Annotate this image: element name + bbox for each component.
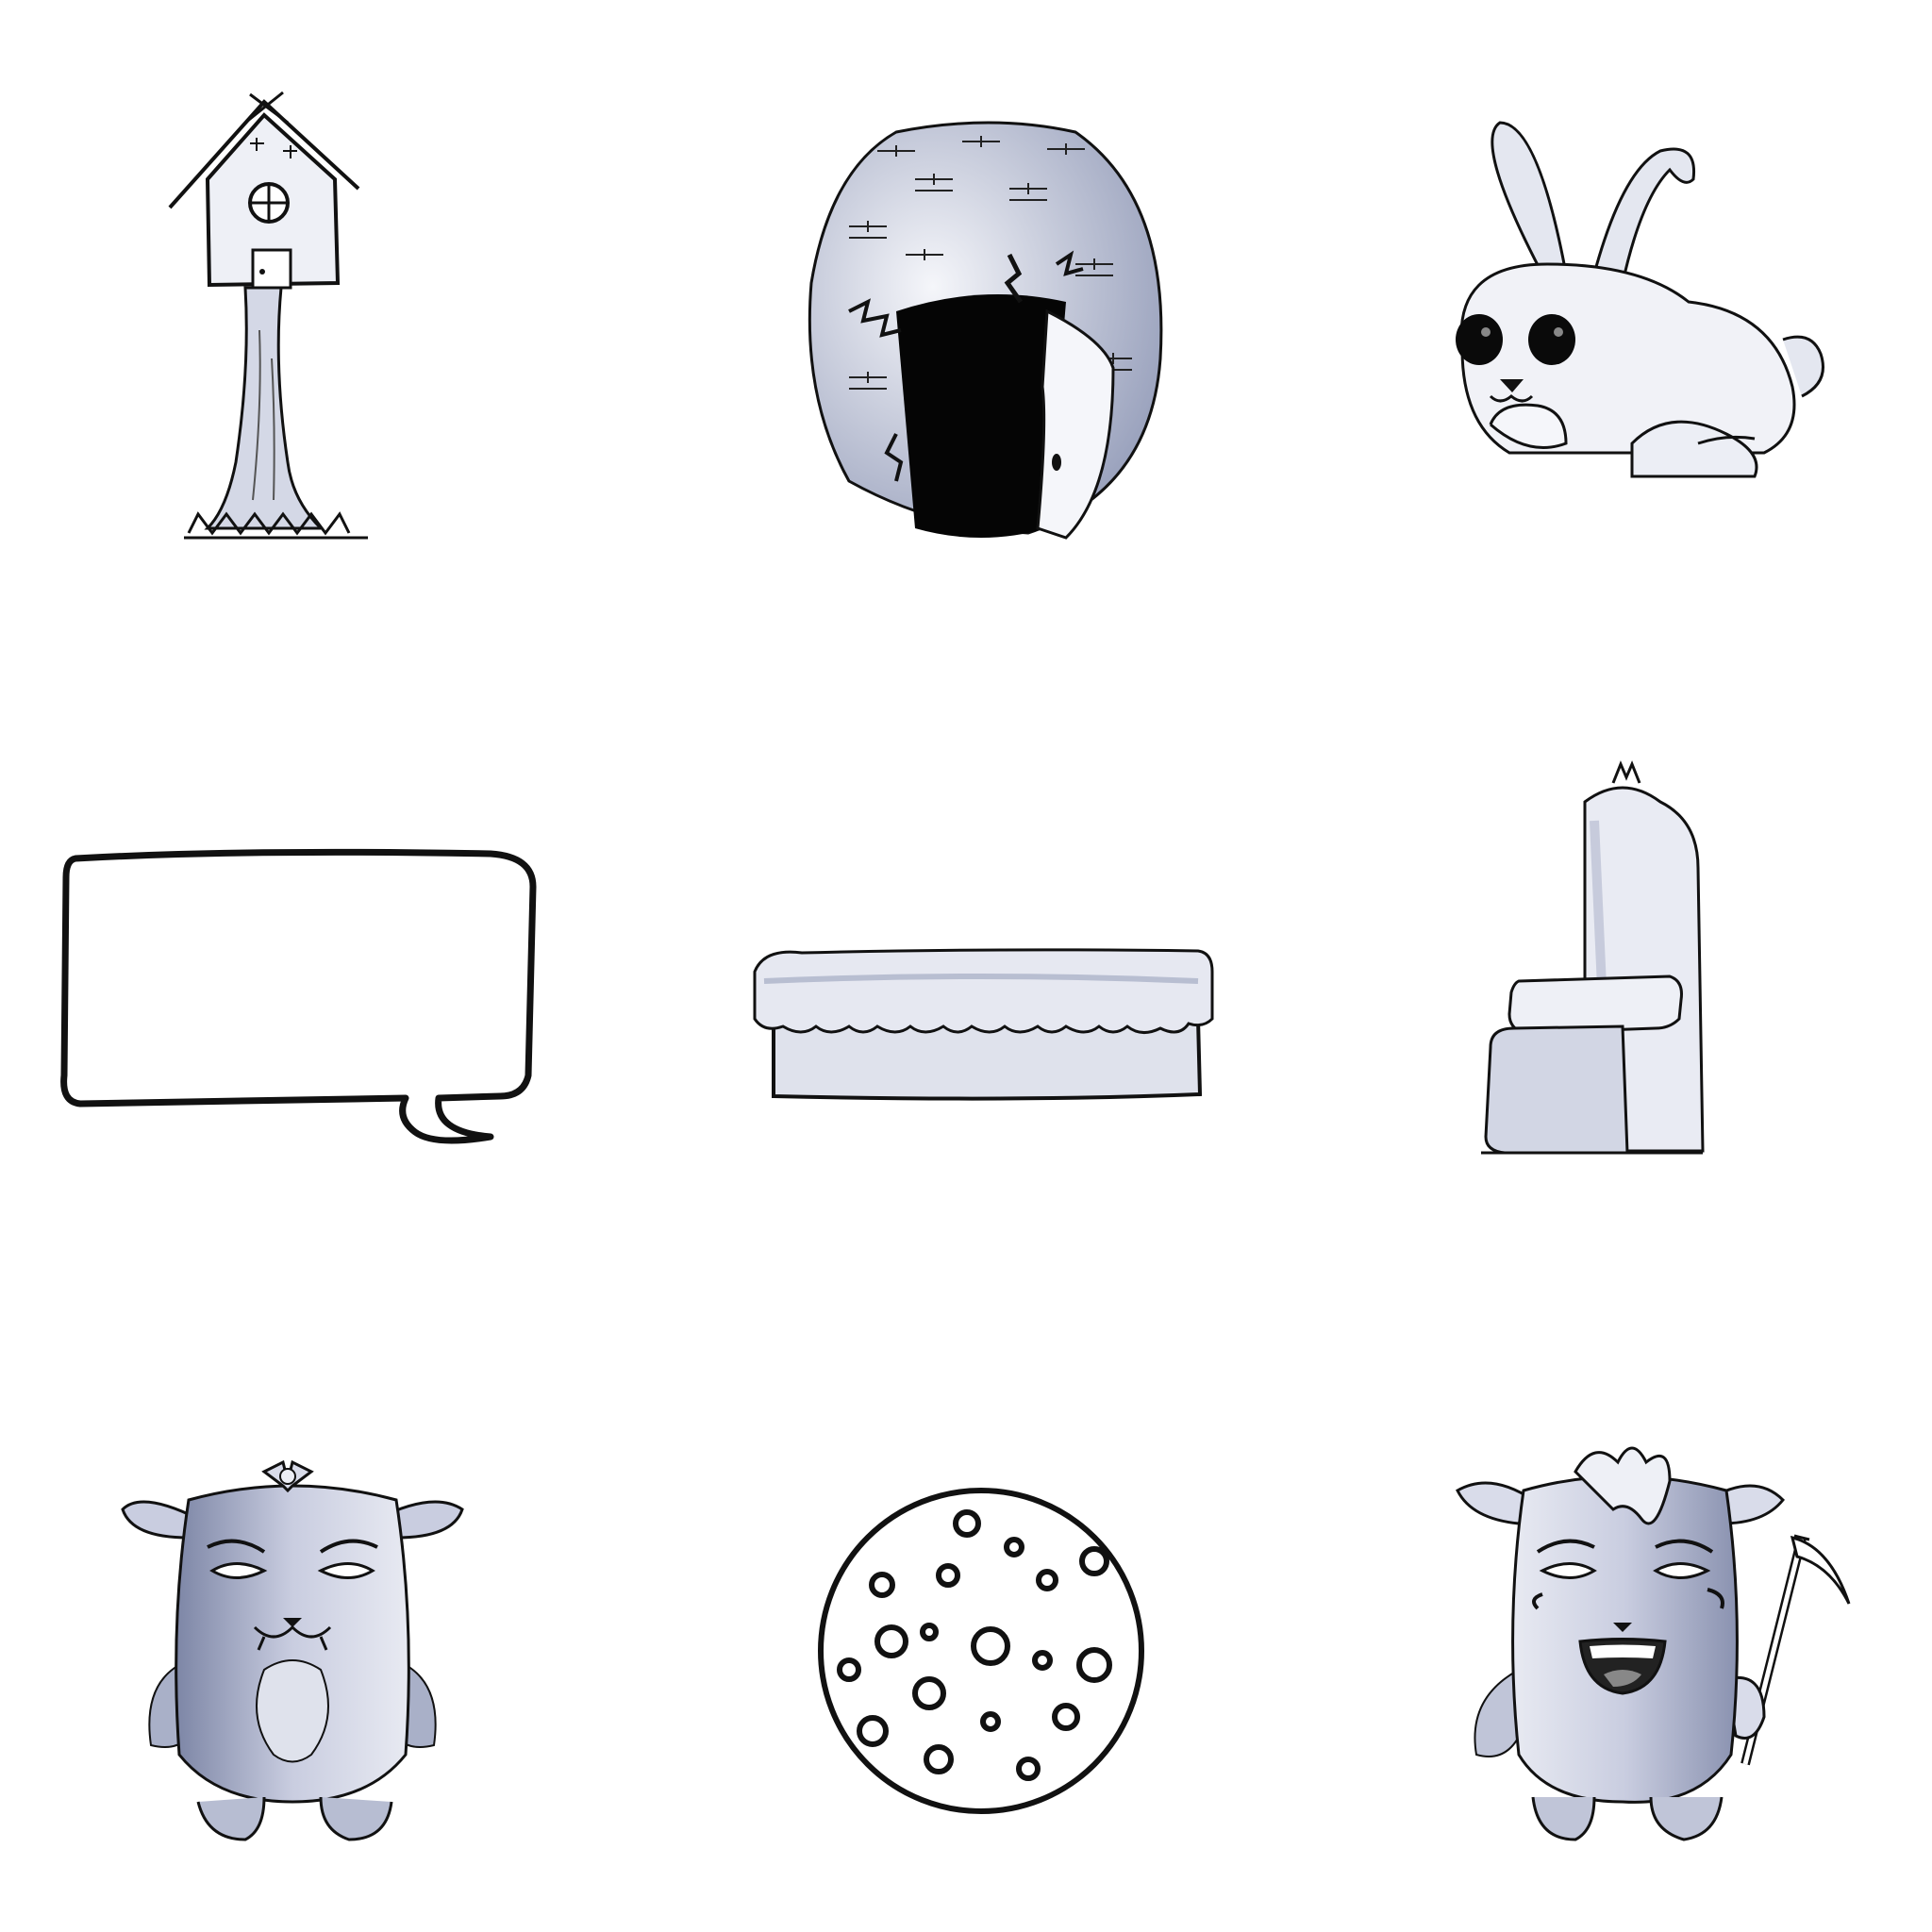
goat-girl-icon bbox=[121, 1434, 464, 1849]
cookie-icon bbox=[811, 1481, 1151, 1821]
tree-house-icon bbox=[168, 85, 377, 566]
cushion-platform-icon bbox=[736, 943, 1226, 1113]
armchair-icon bbox=[1472, 745, 1764, 1160]
sprite-sheet bbox=[0, 0, 1932, 1932]
egg-house-icon bbox=[792, 113, 1189, 575]
speech-bubble-icon bbox=[57, 848, 566, 1170]
bunny-icon bbox=[1434, 113, 1858, 509]
goat-reaper-icon bbox=[1453, 1434, 1877, 1849]
